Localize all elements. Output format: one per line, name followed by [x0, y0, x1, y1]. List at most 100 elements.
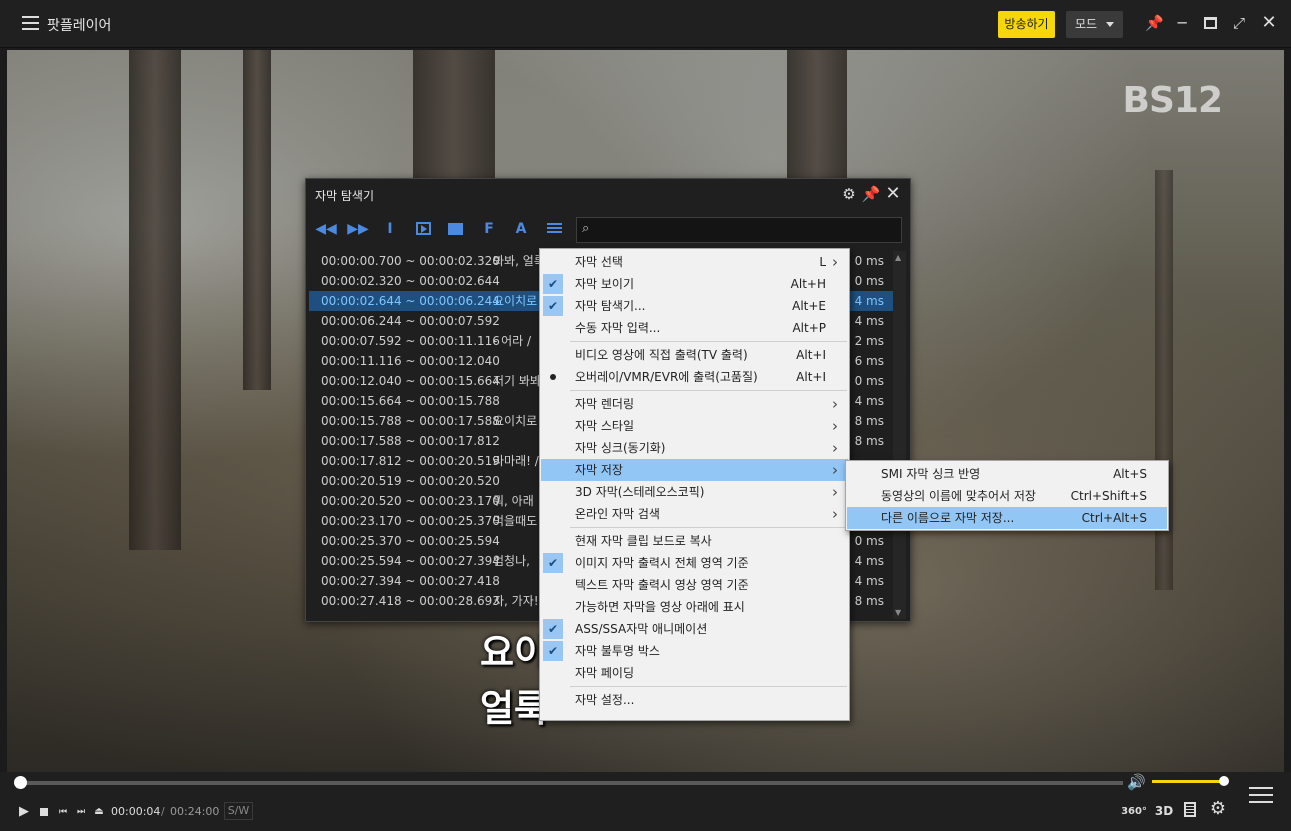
menu-item[interactable]: ✔ 자막 보이기 Alt+H [541, 273, 848, 295]
subtitle-time: 00:00:02.644 ~ 00:00:06.244 [321, 294, 500, 308]
subtitle-context-menu: 자막 선택 L › ✔ 자막 보이기 Alt+H ✔ 자막 탐색기... Alt+E 수동 자막 … [539, 248, 850, 721]
play-box-icon[interactable] [412, 218, 434, 240]
gear-icon[interactable]: ⚙ [839, 184, 859, 204]
font-icon[interactable]: F [478, 218, 500, 240]
volume-slider[interactable] [1152, 776, 1229, 786]
text-cursor-icon[interactable]: I [379, 218, 401, 240]
subtitle-time: 00:00:02.320 ~ 00:00:02.644 [321, 274, 500, 288]
menu-item-label: 자막 설정... [575, 693, 635, 707]
submenu-item[interactable]: 다른 이름으로 자막 저장... Ctrl+Alt+S [847, 507, 1167, 529]
menu-item-shortcut: L [819, 255, 826, 269]
fullscreen-icon[interactable]: ⤢ [1230, 14, 1248, 32]
previous-subtitle-icon[interactable]: ◀◀ [315, 218, 337, 240]
menu-item[interactable]: 3D 자막(스테레오스코픽) › [541, 481, 848, 503]
menu-item[interactable]: 자막 싱크(동기화) › [541, 437, 848, 459]
vr-360-icon[interactable]: 360° [1121, 804, 1147, 820]
previous-icon[interactable]: ⏮ [57, 804, 69, 820]
volume-icon[interactable]: 🔊 [1127, 773, 1146, 791]
stop-icon[interactable] [38, 804, 50, 820]
mode-button[interactable]: 모드 [1066, 11, 1123, 38]
explorer-header[interactable]: 자막 탐색기 ⚙ 📌 ✕ [306, 179, 910, 209]
playlist-panel-icon[interactable] [1182, 802, 1198, 821]
submenu-item-label: SMI 자막 싱크 반영 [881, 467, 981, 481]
pin-icon[interactable]: 📌 [861, 184, 881, 204]
settings-gear-icon[interactable]: ⚙ [1208, 800, 1228, 818]
menu-item-label: 자막 스타일 [575, 419, 635, 433]
menu-item[interactable]: 자막 스타일 › [541, 415, 848, 437]
search-box[interactable]: ⌕ [576, 217, 902, 243]
subtitle-duration: 4 ms [854, 554, 884, 568]
menu-item-label: 오버레이/VMR/EVR에 출력(고품질) [575, 370, 758, 384]
chevron-right-icon: › [832, 253, 838, 271]
subtitle-duration: 8 ms [854, 434, 884, 448]
close-icon[interactable]: ✕ [883, 184, 903, 204]
decoder-badge[interactable]: S/W [224, 802, 253, 820]
eject-icon[interactable]: ⏏ [93, 804, 105, 820]
pin-icon[interactable]: 📌 [1145, 14, 1164, 32]
main-menu-button[interactable] [22, 16, 39, 30]
subtitle-duration: 2 ms [854, 334, 884, 348]
minimize-icon[interactable]: ─ [1173, 14, 1191, 32]
3d-icon[interactable]: 3D [1153, 803, 1175, 819]
subtitle-time: 00:00:17.812 ~ 00:00:20.519 [321, 454, 500, 468]
menu-item[interactable]: ✔ 자막 불투명 박스 [541, 640, 848, 662]
subtitle-time: 00:00:11.116 ~ 00:00:12.040 [321, 354, 500, 368]
menu-item-label: 텍스트 자막 출력시 영상 영역 기준 [575, 578, 749, 592]
menu-item[interactable]: ✔ 이미지 자막 출력시 전체 영역 기준 [541, 552, 848, 574]
menu-item[interactable]: 온라인 자막 검색 › [541, 503, 848, 525]
menu-item-label: 온라인 자막 검색 [575, 507, 660, 521]
next-subtitle-icon[interactable]: ▶▶ [347, 218, 369, 240]
list-scrollbar[interactable]: ▲ ▼ [893, 251, 906, 619]
menu-item[interactable]: 자막 설정... [541, 689, 848, 711]
chevron-right-icon: › [832, 439, 838, 457]
submenu-item[interactable]: 동영상의 이름에 맞추어서 저장 Ctrl+Shift+S [847, 485, 1167, 507]
subtitle-time: 00:00:06.244 ~ 00:00:07.592 [321, 314, 500, 328]
menu-item[interactable]: 자막 페이딩 [541, 662, 848, 684]
menu-item-label: 가능하면 자막을 영상 아래에 표시 [575, 600, 745, 614]
subtitle-time: 00:00:20.520 ~ 00:00:23.170 [321, 494, 500, 508]
maximize-icon[interactable] [1201, 14, 1219, 32]
subtitle-text: - 어라 / [493, 334, 532, 348]
play-icon[interactable]: ▶ [17, 804, 31, 820]
scroll-up-icon[interactable]: ▲ [895, 253, 901, 262]
subtitle-duration: 4 ms [854, 574, 884, 588]
submenu-item-label: 동영상의 이름에 맞추어서 저장 [881, 489, 1036, 503]
close-icon[interactable]: ✕ [1260, 14, 1278, 32]
menu-item[interactable]: 자막 저장 › [541, 459, 848, 481]
submenu-item[interactable]: SMI 자막 싱크 반영 Alt+S [847, 463, 1167, 485]
subtitle-text: 자, 가자! [493, 594, 539, 608]
volume-handle[interactable] [1219, 776, 1229, 786]
total-time: 00:24:00 [170, 805, 220, 818]
menu-item-label: 이미지 자막 출력시 전체 영역 기준 [575, 556, 749, 570]
menu-item[interactable]: 가능하면 자막을 영상 아래에 표시 [541, 596, 848, 618]
menu-item[interactable]: 수동 자막 입력... Alt+P [541, 317, 848, 339]
menu-item[interactable]: 자막 선택 L › [541, 251, 848, 273]
search-input[interactable] [599, 220, 897, 240]
tree-trunk [243, 50, 271, 390]
menu-item[interactable]: 텍스트 자막 출력시 영상 영역 기준 [541, 574, 848, 596]
subtitle-time: 00:00:12.040 ~ 00:00:15.664 [321, 374, 500, 388]
menu-item[interactable]: 현재 자막 클립 보드로 복사 [541, 530, 848, 552]
checkmark-icon: ✔ [543, 274, 563, 294]
style-icon[interactable]: A [510, 218, 532, 240]
submenu-item-shortcut: Ctrl+Shift+S [1070, 489, 1147, 503]
list-view-icon[interactable] [543, 218, 565, 240]
menu-item-label: 수동 자막 입력... [575, 321, 661, 335]
stop-box-icon[interactable] [444, 218, 466, 240]
search-icon: ⌕ [582, 221, 590, 236]
menu-item[interactable]: 비디오 영상에 직접 출력(TV 출력) Alt+I [541, 344, 848, 366]
menu-item[interactable]: ✔ 자막 탐색기... Alt+E [541, 295, 848, 317]
subtitle-text: 먹을때도 [493, 514, 538, 528]
menu-item[interactable]: 자막 렌더링 › [541, 393, 848, 415]
menu-separator [570, 686, 847, 687]
menu-item[interactable]: 오버레이/VMR/EVR에 출력(고품질) Alt+I [541, 366, 848, 388]
subtitle-duration: 4 ms [854, 394, 884, 408]
seek-handle[interactable] [14, 776, 28, 789]
submenu-item-label: 다른 이름으로 자막 저장... [881, 511, 1015, 525]
broadcast-button[interactable]: 방송하기 [998, 11, 1055, 38]
seek-bar[interactable] [14, 776, 1123, 789]
playlist-menu-icon[interactable] [1249, 787, 1273, 809]
menu-item[interactable]: ✔ ASS/SSA자막 애니메이션 [541, 618, 848, 640]
scroll-down-icon[interactable]: ▼ [895, 608, 901, 617]
next-icon[interactable]: ⏭ [75, 804, 87, 820]
